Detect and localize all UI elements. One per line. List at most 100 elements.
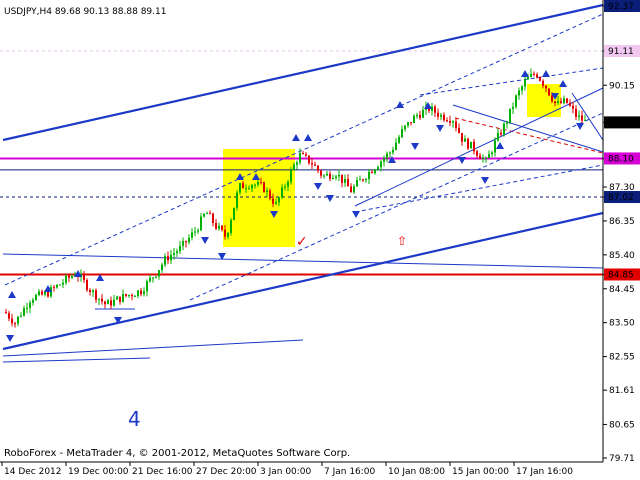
candle-body [71, 275, 73, 278]
candle-body [362, 179, 364, 181]
candle-body [149, 277, 151, 282]
candle-body [305, 154, 307, 156]
candle-body [221, 225, 223, 230]
price-tick-label: 85.40 [609, 251, 635, 261]
candle-body [500, 132, 502, 135]
price-badge-label: 91.11 [608, 47, 634, 57]
candle-body [86, 280, 88, 291]
candle-body [20, 315, 22, 317]
candle-body [458, 127, 460, 133]
time-tick-label: 19 Dec 00:00 [68, 467, 129, 477]
candle-body [578, 115, 580, 117]
candle-body [281, 187, 283, 198]
candle-body [542, 80, 544, 86]
target-box-left [223, 149, 295, 247]
candle-body [494, 140, 496, 153]
candle-body [125, 294, 127, 296]
candle-body [344, 179, 346, 183]
candle-body [371, 171, 373, 174]
up-arrow-marker: ⇧ [397, 234, 407, 248]
candle-body [497, 132, 499, 141]
candle-body [284, 186, 286, 188]
candle-body [140, 290, 142, 295]
candle-body [248, 188, 250, 190]
candle-body [128, 294, 130, 296]
price-tick-label: 80.65 [609, 420, 635, 430]
time-tick-label: 21 Dec 16:00 [132, 467, 193, 477]
candle-body [461, 132, 463, 142]
candle-body [95, 290, 97, 300]
candle-body [464, 138, 466, 142]
candle-body [179, 245, 181, 252]
candle-body [44, 291, 46, 295]
candle-body [527, 76, 529, 80]
candle-body [59, 284, 61, 286]
candle-body [398, 137, 400, 143]
candle-body [455, 121, 457, 128]
candle-body [353, 186, 355, 193]
candle-body [251, 185, 253, 189]
price-badge-label: 92.37 [608, 2, 634, 12]
candle-body [122, 294, 124, 302]
candle-body [452, 121, 454, 123]
candle-body [245, 188, 247, 190]
candle-body [260, 182, 262, 184]
candle-body [554, 101, 556, 104]
candle-body [143, 291, 145, 295]
candle-body [176, 251, 178, 254]
price-tick-label: 79.71 [609, 454, 635, 464]
target-box-right [527, 84, 561, 117]
candle-body [227, 233, 229, 237]
candle-body [389, 152, 391, 154]
candle-body [311, 163, 313, 165]
candle-body [572, 105, 574, 109]
candle-body [557, 101, 559, 104]
candle-body [356, 180, 358, 187]
candle-body [170, 254, 172, 261]
candle-body [584, 119, 586, 121]
candle-body [365, 179, 367, 181]
candle-body [329, 173, 331, 179]
candle-body [209, 213, 211, 215]
wave-label: 4 [128, 407, 141, 431]
candle-body [536, 74, 538, 78]
candle-body [101, 298, 103, 302]
candle-body [449, 121, 451, 123]
candle-body [47, 291, 49, 297]
candle-body [308, 155, 310, 164]
candle-body [395, 142, 397, 150]
candle-body [137, 290, 139, 296]
candle-body [485, 158, 487, 160]
price-tick-label: 82.55 [609, 353, 635, 363]
candle-body [521, 86, 523, 91]
candle-body [479, 155, 481, 160]
candle-body [185, 240, 187, 243]
candle-body [437, 112, 439, 117]
candle-body [524, 79, 526, 87]
candle-body [167, 256, 169, 261]
candle-body [206, 213, 208, 215]
candle-body [323, 175, 325, 177]
price-tick-label: 81.61 [609, 386, 635, 396]
candle-body [515, 95, 517, 107]
candle-body [275, 202, 277, 204]
candle-body [239, 183, 241, 193]
candle-body [491, 152, 493, 155]
candle-body [224, 229, 226, 237]
candle-body [257, 182, 259, 185]
time-tick-label: 17 Jan 16:00 [516, 467, 573, 477]
candle-body [314, 164, 316, 166]
candle-body [302, 153, 304, 155]
candle-body [434, 106, 436, 113]
candle-body [338, 174, 340, 177]
candle-body [242, 183, 244, 189]
candle-body [62, 282, 64, 285]
candle-body [146, 281, 148, 292]
candle-body [29, 302, 31, 308]
time-tick-label: 14 Dec 2012 [4, 467, 62, 477]
candle-body [68, 275, 70, 278]
candle-body [236, 192, 238, 208]
candle-body [413, 115, 415, 124]
candle-body [296, 162, 298, 165]
price-badge-label: 84.85 [608, 270, 634, 280]
